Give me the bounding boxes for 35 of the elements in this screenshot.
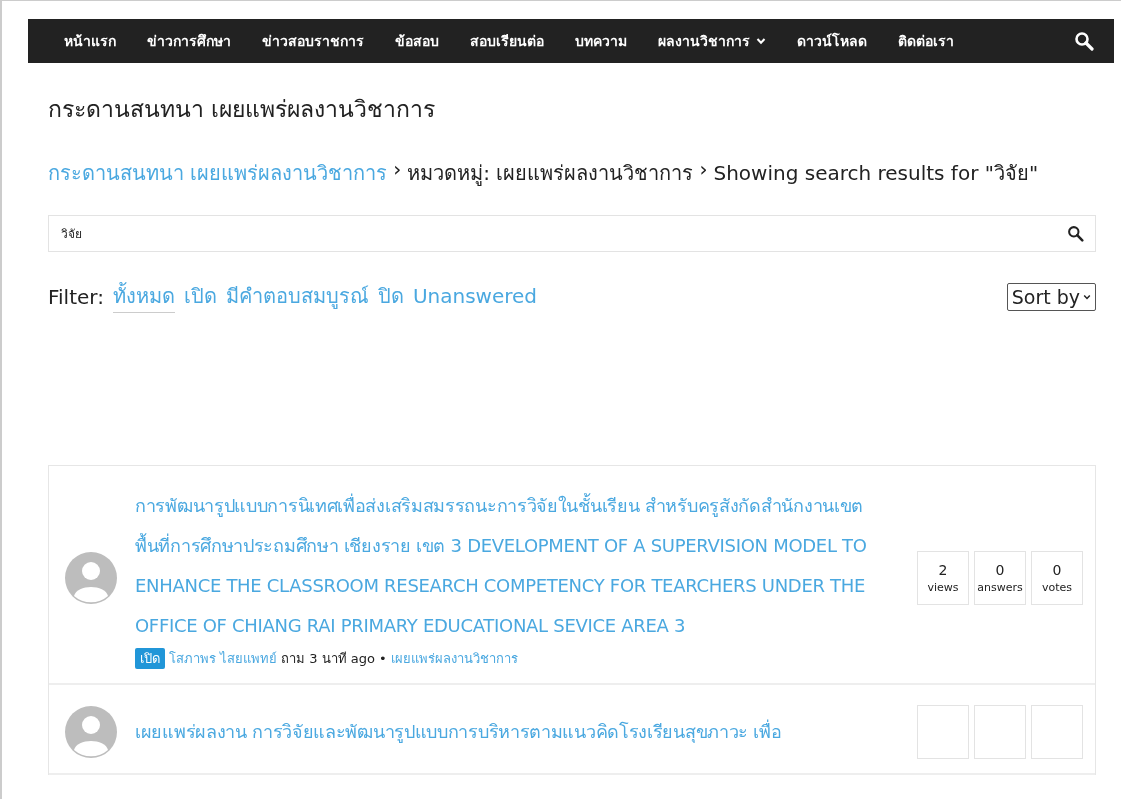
meta-separator: • [379,651,387,666]
nav-link[interactable]: ข่าวสอบราชการ [262,30,364,52]
nav-link[interactable]: ข้อสอบ [395,30,439,52]
status-badge: เปิด [135,648,165,669]
avatar-icon [65,551,117,604]
stat-box [917,705,969,759]
stat-label: answers [977,580,1023,594]
nav-link[interactable]: ผลงานวิชาการ [658,30,766,52]
nav-link[interactable]: บทความ [575,30,627,52]
stat-box [974,705,1026,759]
stat-count: 0 [995,561,1005,578]
filter-label: Filter: [48,284,104,309]
breadcrumb-text: Showing search results for "วิจัย" [713,160,1039,187]
nav-link[interactable]: ข่าวการศึกษา [147,30,231,52]
chevron-down-icon [1083,292,1091,301]
nav-link[interactable]: ติดต่อเรา [898,30,954,52]
page-title: กระดานสนทนา เผยแพร่ผลงานวิชาการ [48,95,437,124]
breadcrumb-separator: › [699,157,708,183]
chevron-down-icon [756,36,766,46]
search-field[interactable]: วิจัย [48,215,1096,252]
stat-box [1031,705,1083,759]
nav-link[interactable]: หน้าแรก [64,30,116,52]
nav-link[interactable]: สอบเรียนต่อ [470,30,544,52]
breadcrumb-text: หมวดหมู่: เผยแพร่ผลงานวิชาการ [407,160,694,188]
stat-label: votes [1041,580,1073,594]
stat-count: 2 [938,561,948,578]
avatar-icon [65,706,117,758]
breadcrumb-separator: › [393,157,402,183]
nav-link[interactable]: ดาวน์โหลด [797,30,867,52]
asked-time: ถาม 3 นาที ago [281,650,375,668]
stat-count: 0 [1052,561,1062,578]
search-icon[interactable] [1067,225,1084,242]
search-icon[interactable] [1074,31,1094,51]
sort-dropdown[interactable]: Sort by [1006,282,1096,311]
stat-label: views [927,580,959,594]
